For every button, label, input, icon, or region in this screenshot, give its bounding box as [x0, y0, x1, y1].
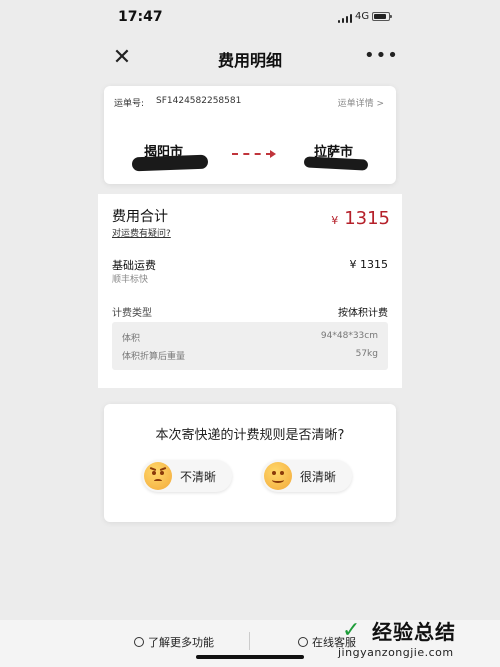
headset-icon: [298, 637, 308, 647]
fee-question-link[interactable]: 对运费有疑问?: [112, 226, 171, 239]
volume-label: 体积: [122, 334, 141, 344]
watermark: ✓ 经验总结 jingyanzongjie.com: [338, 616, 498, 666]
divider: [249, 632, 250, 650]
converted-weight-value: 57kg: [355, 349, 378, 359]
signal-icon: [338, 13, 352, 23]
clear-label: 很清晰: [300, 470, 337, 484]
smile-face-icon: [264, 462, 292, 490]
home-indicator: [196, 655, 304, 659]
unclear-button[interactable]: 不清晰: [142, 460, 232, 492]
route-arrow-icon: [232, 150, 276, 158]
package-spec-box: 体积 94*48*33cm 体积折算后重量 57kg: [112, 322, 388, 370]
basic-fee-service: 顺丰标快: [112, 275, 149, 285]
waybill-card: 运单号: SF1424582258581 运单详情 > 揭阳市 拉萨市: [104, 86, 396, 184]
fee-total-label: 费用合计: [112, 209, 168, 225]
clear-button[interactable]: 很清晰: [262, 460, 352, 492]
billing-type-label: 计费类型: [112, 308, 152, 319]
nav-bar: ✕ 费用明细 •••: [0, 36, 500, 80]
redaction-mark: [303, 156, 369, 171]
more-icon[interactable]: •••: [364, 46, 398, 70]
checkmark-icon: ✓: [342, 618, 361, 643]
status-bar: 17:47 4G: [0, 0, 500, 36]
basic-fee-amount: ¥ 1315: [349, 258, 389, 271]
watermark-sub: jingyanzongjie.com: [338, 646, 454, 659]
unclear-label: 不清晰: [180, 470, 217, 484]
learn-more-button[interactable]: 了解更多功能: [134, 634, 214, 650]
basic-fee-label: 基础运费: [112, 259, 156, 272]
survey-card: 本次寄快递的计费规则是否清晰? 不清晰 很清晰: [104, 404, 396, 522]
fee-card: 费用合计 对运费有疑问? ¥1315 基础运费 顺丰标快 ¥ 1315 计费类型…: [98, 194, 402, 388]
network-type: 4G: [355, 11, 370, 22]
sad-face-icon: [144, 462, 172, 490]
learn-more-label: 了解更多功能: [148, 636, 214, 649]
status-time: 17:47: [118, 9, 163, 25]
battery-icon: [372, 12, 392, 21]
waybill-number: SF1424582258581: [156, 96, 242, 106]
fee-total-value: 1315: [344, 208, 390, 229]
watermark-main: 经验总结: [372, 620, 456, 644]
currency-symbol: ¥: [331, 214, 339, 227]
feature-icon: [134, 637, 144, 647]
waybill-detail-link[interactable]: 运单详情 >: [338, 96, 384, 109]
converted-weight-label: 体积折算后重量: [122, 352, 186, 362]
survey-question: 本次寄快递的计费规则是否清晰?: [155, 428, 345, 443]
redaction-mark: [131, 154, 209, 172]
billing-type-value: 按体积计费: [338, 308, 388, 319]
waybill-label: 运单号:: [114, 99, 145, 109]
volume-value: 94*48*33cm: [320, 331, 378, 341]
battery-level: [374, 14, 386, 19]
page-title: 费用明细: [217, 51, 282, 70]
fee-total-amount: ¥1315: [331, 208, 390, 229]
